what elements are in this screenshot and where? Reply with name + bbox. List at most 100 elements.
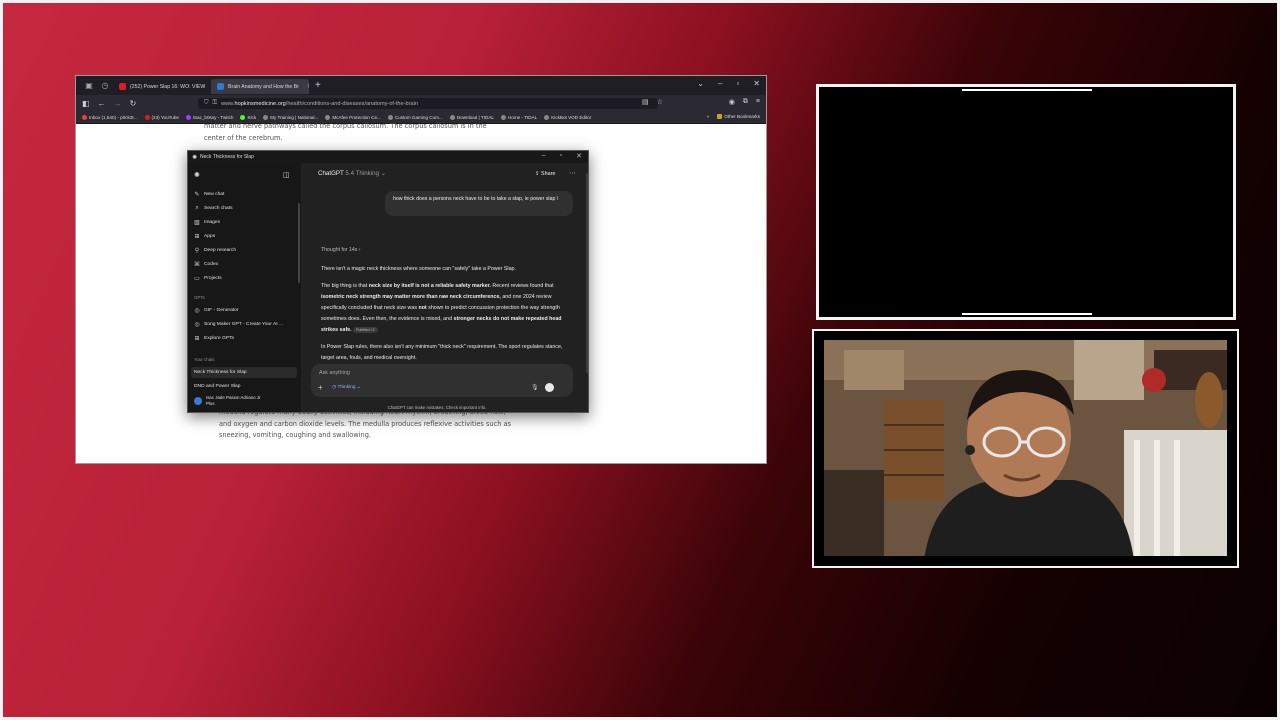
window-controls: – ▫ ✕ <box>542 152 582 160</box>
chatgpt-window: ✺ Neck Thickness for Slap – ▫ ✕ ✺ ◫ ✎ New… <box>187 150 589 413</box>
gpt-item[interactable]: ◎ GIF - Generator <box>194 307 238 314</box>
disclaimer-text: ChatGPT can make mistakes. Check importa… <box>387 405 487 410</box>
chevron-down-icon[interactable]: ⌄ <box>697 79 704 88</box>
globe-icon <box>263 115 269 120</box>
bookmark-item[interactable]: (23) YouTube <box>144 115 179 120</box>
new-chat-button[interactable]: ✎ New chat <box>194 191 224 198</box>
composer-placeholder[interactable]: Ask anything <box>319 370 350 376</box>
more-bookmarks-icon[interactable]: » <box>707 114 710 119</box>
chat-history-item[interactable]: DND and Power Slap <box>194 384 240 389</box>
tab-power-slap[interactable]: (252) Power Slap 16: WO: VIEW ✕ <box>113 79 211 94</box>
window-controls: ⌄ – ▫ ✕ <box>697 79 760 88</box>
gpts-section-label: GPTs <box>194 295 205 300</box>
forward-icon[interactable]: → <box>114 99 122 108</box>
tab-label: Brain Anatomy and How the Br <box>228 83 299 90</box>
share-icon: ⇪ <box>535 171 540 177</box>
apps-icon: ⊞ <box>194 234 200 240</box>
apps-button[interactable]: ⊞ Apps <box>194 233 215 240</box>
webcam-image <box>824 340 1227 556</box>
maximize-icon[interactable]: ▫ <box>560 152 562 160</box>
chevron-down-icon: ⌄ <box>380 170 386 177</box>
code-icon: ⌘ <box>194 262 200 268</box>
shield-icon[interactable]: ⛉ <box>204 100 209 107</box>
lock-icon[interactable]: ⚿ <box>213 100 218 107</box>
tab-brain-anatomy[interactable]: Brain Anatomy and How the Br ✕ <box>211 79 309 94</box>
nav-bar: ◧ ← → ↻ ⛉ ⚿ www.hopkinsmedicine.org/heal… <box>76 95 766 112</box>
search-chats-button[interactable]: ⌕ Search chats <box>194 205 232 212</box>
bookmark-item[interactable]: Custom Gaming Com... <box>387 115 443 120</box>
extensions-icon[interactable]: ⧉ <box>743 98 748 106</box>
gmail-icon <box>82 115 87 120</box>
bookmark-item[interactable]: iSac_b0ssy - Twitch <box>185 115 233 120</box>
gpt-item[interactable]: ◎ Song Maker GPT - Create Your AI ... <box>194 321 283 328</box>
new-tab-icon[interactable]: + <box>315 80 321 91</box>
response-paragraph: There isn't a magic neck thickness where… <box>321 266 516 272</box>
deep-research-button[interactable]: ⚲ Deep research <box>194 247 236 254</box>
microphone-icon[interactable]: 🎙 <box>531 384 539 391</box>
webcam-frame <box>812 329 1239 568</box>
more-options-icon[interactable]: ⋯ <box>569 169 576 177</box>
frame-accent <box>962 313 1092 315</box>
chat-scrollbar[interactable] <box>586 173 588 373</box>
chatgpt-sidebar: ✺ ◫ ✎ New chat ⌕ Search chats ▧ Images ⊞ App… <box>188 163 301 412</box>
source-badge[interactable]: PubMed +2 <box>353 326 378 333</box>
bookmark-item[interactable]: Inbox (1,540) - p0ck3t... <box>82 115 138 120</box>
gpt-avatar-icon: ◎ <box>194 308 200 314</box>
message-composer[interactable]: Ask anything + ◷ Thinking ⌄ 🎙 <box>311 364 573 397</box>
voice-mode-button[interactable] <box>545 383 554 392</box>
menu-icon[interactable]: ≡ <box>756 98 760 106</box>
images-button[interactable]: ▧ Images <box>194 219 220 226</box>
url-bar[interactable]: ⛉ ⚿ www.hopkinsmedicine.org/health/condi… <box>198 98 658 109</box>
site-favicon-icon <box>217 83 224 90</box>
other-bookmarks[interactable]: Other Bookmarks <box>717 114 760 119</box>
chat-history-item[interactable]: Neck Thickness for Slap <box>194 370 247 375</box>
user-message: how thick does a persons neck have to be… <box>385 191 573 216</box>
page-paragraph: matter and nerve pathways called the cor… <box>204 122 487 142</box>
grid-icon: ⊞ <box>194 336 200 342</box>
reload-icon[interactable]: ↻ <box>130 99 137 108</box>
chat-area: ChatGPT 5.4 Thinking ⌄ ⇪ Share ⋯ how thi… <box>301 163 588 412</box>
search-icon: ⌕ <box>195 205 199 211</box>
bookmark-item[interactable]: Kick <box>240 115 256 120</box>
thought-duration[interactable]: Thought for 14s › <box>321 247 361 253</box>
close-icon[interactable]: ✕ <box>753 79 760 88</box>
model-selector[interactable]: ChatGPT 5.4 Thinking ⌄ <box>318 170 386 177</box>
webcam-feed <box>824 340 1227 556</box>
history-icon[interactable]: ◷ <box>97 81 113 90</box>
sidebar-toggle-icon[interactable]: ◫ <box>283 171 290 179</box>
user-plan: Plus <box>206 401 215 406</box>
minimize-icon[interactable]: – <box>542 152 546 160</box>
share-button[interactable]: ⇪ Share <box>535 171 555 177</box>
response-paragraph: The big thing is that neck size by itsel… <box>321 283 562 333</box>
explore-gpts-button[interactable]: ⊞ Explore GPTs <box>194 335 233 342</box>
thinking-mode-chip[interactable]: ◷ Thinking ⌄ <box>332 385 361 390</box>
toolbar-right: ◉ ⧉ ≡ <box>729 98 760 106</box>
close-icon[interactable]: ✕ <box>576 152 582 160</box>
chatgpt-logo-icon[interactable]: ✺ <box>194 171 200 179</box>
minimize-icon[interactable]: – <box>718 79 722 88</box>
chevron-right-icon: › <box>358 247 361 253</box>
bookmark-item[interactable]: McAfee Protection Ce... <box>325 115 381 120</box>
bookmark-item[interactable]: Download | TIDAL <box>449 115 494 120</box>
reader-view-icon[interactable]: ▤ <box>642 98 649 106</box>
projects-button[interactable]: ▭ Projects <box>194 275 222 282</box>
star-icon[interactable]: ☆ <box>657 98 663 106</box>
close-tab-icon[interactable]: ✕ <box>307 83 309 90</box>
back-icon[interactable]: ← <box>98 99 106 108</box>
plus-icon[interactable]: + <box>318 383 323 392</box>
sidebar-icon[interactable]: ◧ <box>82 99 90 108</box>
image-icon: ▧ <box>194 220 200 226</box>
bookmark-item[interactable]: My Training | National... <box>263 115 318 120</box>
account-icon[interactable]: ◉ <box>729 98 735 106</box>
maximize-icon[interactable]: ▫ <box>736 79 739 88</box>
tab-list-icon[interactable]: ▣ <box>81 81 97 90</box>
bookmark-item[interactable]: Home - TIDAL <box>500 115 537 120</box>
sidebar-scrollbar[interactable] <box>298 203 300 283</box>
globe-icon <box>325 115 331 120</box>
clock-icon: ◷ <box>332 385 337 390</box>
youtube-icon <box>144 115 150 120</box>
folder-icon: ▭ <box>194 276 200 282</box>
codex-button[interactable]: ⌘ Codex <box>194 261 218 268</box>
user-profile[interactable]: Isac Jade Pasion Adriano Jr Plus <box>194 395 260 407</box>
bookmark-item[interactable]: KickBot VOD Editor <box>544 115 591 120</box>
